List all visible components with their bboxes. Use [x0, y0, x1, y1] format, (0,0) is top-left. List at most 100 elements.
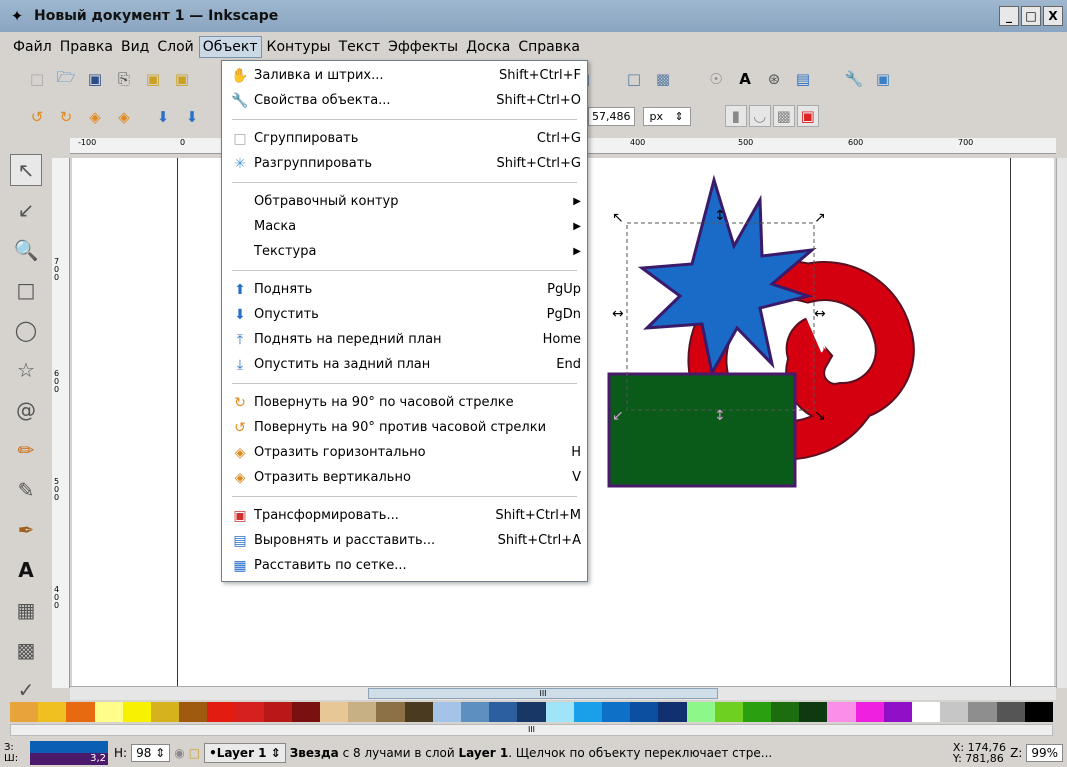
- color-swatch[interactable]: [883, 702, 912, 722]
- color-swatch[interactable]: [150, 702, 180, 722]
- transform-corners-icon[interactable]: ◡: [748, 105, 771, 127]
- menu-help[interactable]: Справка: [515, 37, 583, 57]
- rotate-ccw-icon[interactable]: ↺: [26, 106, 48, 128]
- spiral-tool-icon[interactable]: @: [10, 394, 42, 426]
- color-swatch[interactable]: [714, 702, 743, 722]
- gradient-tool-icon[interactable]: ▩: [10, 634, 42, 666]
- export-icon[interactable]: ▣: [171, 68, 193, 90]
- color-swatch[interactable]: [827, 702, 856, 722]
- transform-gradient-icon[interactable]: ▩: [772, 105, 795, 127]
- menu-whiteboard[interactable]: Доска: [463, 37, 513, 57]
- menu-object[interactable]: Объект: [198, 36, 262, 58]
- opacity-spinbox[interactable]: 98 ⇕: [131, 743, 171, 762]
- menu-item-align-distribute[interactable]: ▤ Выровнять и расставить... Shift+Ctrl+A: [222, 528, 587, 553]
- color-swatch[interactable]: [376, 702, 405, 722]
- fill-swatch[interactable]: [30, 740, 108, 753]
- menu-item-mask[interactable]: Маска ▶: [222, 214, 587, 239]
- ellipse-tool-icon[interactable]: ◯: [10, 314, 42, 346]
- menu-edit[interactable]: Правка: [57, 37, 116, 57]
- save-icon[interactable]: ▣: [84, 68, 106, 90]
- menu-item-rotate-ccw[interactable]: ↺ Повернуть на 90° против часовой стрелки: [222, 415, 587, 440]
- zoom-tool-icon[interactable]: 🔍: [10, 234, 42, 266]
- menu-layer[interactable]: Слой: [154, 37, 196, 57]
- menu-item-arrange-grid[interactable]: ▦ Расставить по сетке...: [222, 553, 587, 578]
- align-distribute-icon[interactable]: ▤: [792, 68, 814, 90]
- zoom-page-icon[interactable]: □: [623, 68, 645, 90]
- color-swatch[interactable]: [489, 702, 518, 722]
- stroke-swatch[interactable]: 3,2: [30, 752, 108, 765]
- horizontal-scrollbar[interactable]: III: [70, 686, 1056, 700]
- import-icon[interactable]: ▣: [142, 68, 164, 90]
- menu-item-raise[interactable]: ⬆ Поднять PgUp: [222, 277, 587, 302]
- menu-view[interactable]: Вид: [118, 37, 152, 57]
- lower-bottom-icon[interactable]: ⬇: [152, 106, 174, 128]
- color-swatch[interactable]: [122, 702, 151, 722]
- transform-stroke-icon[interactable]: ▮: [724, 105, 747, 127]
- open-folder-icon[interactable]: 🗁: [55, 68, 77, 90]
- menu-item-group[interactable]: □ Сгруппировать Ctrl+G: [222, 126, 587, 151]
- text-font-icon[interactable]: A: [734, 68, 756, 90]
- rectangle-tool-icon[interactable]: □: [10, 274, 42, 306]
- selector-tool-icon[interactable]: ↖: [10, 154, 42, 186]
- lower-icon[interactable]: ⬇: [181, 106, 203, 128]
- color-swatch[interactable]: [742, 702, 772, 722]
- menu-item-raise-top[interactable]: ⤒ Поднять на передний план Home: [222, 327, 587, 352]
- node-tool-icon[interactable]: ↙: [10, 194, 42, 226]
- color-swatch[interactable]: [1024, 702, 1053, 722]
- color-swatch[interactable]: [996, 702, 1025, 722]
- pencil-tool-icon[interactable]: ✏: [10, 434, 42, 466]
- palette-scrollbar[interactable]: III: [10, 724, 1053, 736]
- minimize-button[interactable]: _: [999, 6, 1019, 26]
- color-swatch[interactable]: [912, 702, 941, 722]
- color-swatch[interactable]: [461, 702, 490, 722]
- layer-selector[interactable]: •Layer 1 ⇕: [204, 742, 286, 763]
- calligraphy-tool-icon[interactable]: ✒: [10, 514, 42, 546]
- color-swatch[interactable]: [263, 702, 292, 722]
- unit-select[interactable]: px ⇕: [642, 106, 691, 126]
- menu-item-ungroup[interactable]: ✳ Разгруппировать Shift+Ctrl+G: [222, 151, 587, 176]
- menu-item-pattern[interactable]: Текстура ▶: [222, 239, 587, 264]
- flip-vertical-icon[interactable]: ◈: [113, 106, 135, 128]
- color-swatch[interactable]: [771, 702, 800, 722]
- color-swatch[interactable]: [94, 702, 123, 722]
- color-swatch[interactable]: [432, 702, 461, 722]
- print-icon[interactable]: ⎘: [113, 68, 135, 90]
- menu-text[interactable]: Текст: [336, 37, 383, 57]
- menu-item-flip-horizontal[interactable]: ◈ Отразить горизонтально H: [222, 440, 587, 465]
- color-swatch[interactable]: [207, 702, 236, 722]
- menu-item-rotate-cw[interactable]: ↻ Повернуть на 90° по часовой стрелке: [222, 390, 587, 415]
- color-swatch[interactable]: [545, 702, 574, 722]
- menu-item-object-properties[interactable]: 🔧 Свойства объекта... Shift+Ctrl+O: [222, 88, 587, 113]
- color-swatch[interactable]: [235, 702, 264, 722]
- document-properties-icon[interactable]: ▣: [872, 68, 894, 90]
- menu-item-transform[interactable]: ▣ Трансформировать... Shift+Ctrl+M: [222, 503, 587, 528]
- connector-tool-icon[interactable]: ▦: [10, 594, 42, 626]
- color-swatch[interactable]: [517, 702, 546, 722]
- preferences-icon[interactable]: 🔧: [843, 68, 865, 90]
- rotate-cw-icon[interactable]: ↻: [55, 106, 77, 128]
- pen-tool-icon[interactable]: ✎: [10, 474, 42, 506]
- color-swatch[interactable]: [799, 702, 828, 722]
- close-button[interactable]: X: [1043, 6, 1063, 26]
- menu-item-clip[interactable]: Обтравочный контур ▶: [222, 189, 587, 214]
- snap-icons[interactable]: ▮ ◡ ▩ ▣: [724, 105, 819, 127]
- lock-icon[interactable]: □: [189, 746, 200, 760]
- menu-item-lower-bottom[interactable]: ⤓ Опустить на задний план End: [222, 352, 587, 377]
- menu-file[interactable]: Файл: [10, 37, 55, 57]
- color-swatch[interactable]: [630, 702, 659, 722]
- vertical-scrollbar[interactable]: [1056, 158, 1067, 688]
- zoom-width-icon[interactable]: ▩: [652, 68, 674, 90]
- eye-icon[interactable]: ◉: [174, 746, 184, 760]
- color-swatch[interactable]: [601, 702, 631, 722]
- color-swatch[interactable]: [38, 702, 67, 722]
- color-swatch[interactable]: [940, 702, 969, 722]
- menu-item-fill-stroke[interactable]: ✋ Заливка и штрих... Shift+Ctrl+F: [222, 63, 587, 88]
- menu-effects[interactable]: Эффекты: [385, 37, 461, 57]
- fill-stroke-indicator[interactable]: 3,2: [30, 740, 108, 765]
- coord-field[interactable]: 57,486: [588, 106, 635, 126]
- color-swatch[interactable]: [968, 702, 997, 722]
- flip-horizontal-icon[interactable]: ◈: [84, 106, 106, 128]
- vertical-ruler[interactable]: 700 600 500 400: [52, 158, 70, 688]
- horizontal-scroll-thumb[interactable]: III: [368, 688, 718, 699]
- color-swatch[interactable]: [658, 702, 687, 722]
